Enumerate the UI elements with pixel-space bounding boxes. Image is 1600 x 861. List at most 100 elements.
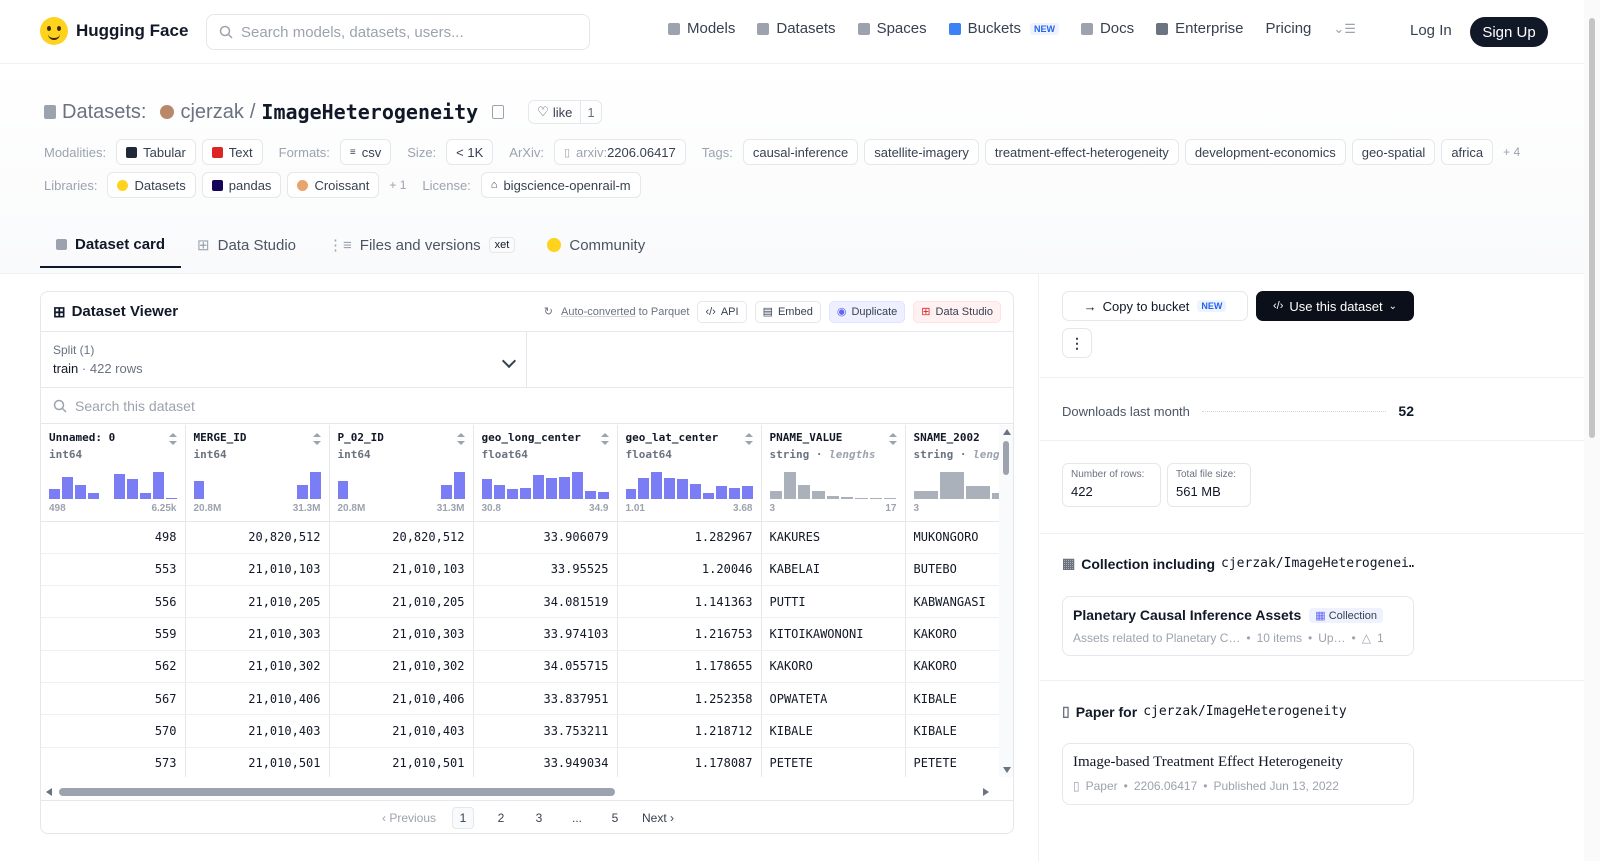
library-pandas[interactable]: pandas [201, 172, 282, 198]
histogram-bar[interactable] [309, 472, 321, 499]
page-button[interactable]: 2 [490, 807, 512, 829]
table-row[interactable]: 562 21,010,302 21,010,302 34.055715 1.178655… [41, 650, 999, 683]
table-cell[interactable]: 34.081519 [473, 585, 618, 619]
table-cell[interactable]: 21,010,406 [329, 682, 474, 716]
page-button[interactable]: 1 [452, 806, 474, 829]
table-cell[interactable]: 33.906079 [473, 521, 618, 554]
table-cell[interactable]: OPWATETA [761, 682, 906, 716]
histogram-bar[interactable] [855, 497, 868, 499]
table-cell[interactable]: 1.178087 [617, 747, 762, 777]
table-row[interactable]: 559 21,010,303 21,010,303 33.974103 1.216753… [41, 617, 999, 651]
histogram-bar[interactable] [520, 487, 532, 499]
histogram-bar[interactable] [126, 479, 138, 499]
page-scrollbar[interactable] [1584, 0, 1600, 861]
table-cell[interactable]: 21,010,406 [185, 682, 330, 716]
histogram-bar[interactable] [812, 490, 825, 499]
previous-page-button[interactable]: ‹ Previous [382, 811, 436, 825]
table-cell[interactable]: KABWANGASI [905, 585, 999, 619]
tag-chip[interactable]: satellite-imagery [864, 139, 979, 165]
modality-text[interactable]: Text [201, 139, 263, 165]
table-cell[interactable]: 1.252358 [617, 682, 762, 716]
tag-chip[interactable]: development-economics [1184, 139, 1346, 165]
table-cell[interactable]: PETETE [761, 747, 906, 777]
histogram-bar[interactable] [741, 486, 753, 499]
histogram-bar[interactable] [783, 472, 797, 499]
histogram-bar[interactable] [992, 493, 999, 499]
histogram-bar[interactable] [841, 496, 854, 499]
table-row[interactable]: 553 21,010,103 21,010,103 33.95525 1.20046 KA… [41, 553, 999, 587]
table-cell[interactable]: PETETE [905, 747, 999, 777]
histogram-bar[interactable] [869, 498, 883, 499]
histogram-bar[interactable] [715, 486, 727, 499]
tags-more[interactable]: + 4 [1503, 145, 1520, 159]
copy-icon[interactable] [492, 105, 505, 119]
histogram-bar[interactable] [798, 485, 811, 499]
histogram-bar[interactable] [571, 472, 583, 499]
table-cell[interactable]: 21,010,303 [185, 617, 330, 651]
sort-icon[interactable] [456, 433, 465, 445]
horizontal-scrollbar[interactable] [41, 784, 999, 800]
scroll-left-icon[interactable] [46, 788, 52, 796]
like-count[interactable]: 1 [580, 101, 600, 123]
table-cell[interactable]: KIBALE [905, 682, 999, 716]
table-cell[interactable]: KAKORO [761, 650, 906, 683]
dataset-search-input[interactable] [75, 397, 475, 414]
arxiv-chip[interactable]: ▯ arxiv: 2206.06417 [553, 139, 686, 165]
table-cell[interactable]: BUTEBO [905, 553, 999, 587]
table-row[interactable]: 567 21,010,406 21,010,406 33.837951 1.252358… [41, 682, 999, 716]
tag-chip[interactable]: geo-spatial [1351, 139, 1436, 165]
histogram-bar[interactable] [296, 485, 308, 499]
histogram-bar[interactable] [913, 490, 938, 499]
histogram-bar[interactable] [884, 498, 897, 499]
histogram-bar[interactable] [769, 490, 782, 499]
histogram-bar[interactable] [597, 492, 609, 499]
histogram-bar[interactable] [49, 489, 60, 499]
histogram-bar[interactable] [939, 472, 964, 499]
logo-link[interactable]: Hugging Face [40, 17, 188, 45]
nav-buckets[interactable]: Buckets NEW [948, 20, 1059, 37]
table-cell[interactable]: 33.974103 [473, 617, 618, 651]
table-cell[interactable]: 570 [41, 714, 186, 748]
libraries-more[interactable]: + 1 [389, 178, 406, 192]
column-header[interactable]: geo_long_center float64 30.8 34.9 [473, 425, 618, 522]
table-cell[interactable]: 33.949034 [473, 747, 618, 777]
histogram-bar[interactable] [664, 478, 676, 499]
library-croissant[interactable]: Croissant [287, 172, 380, 198]
tag-chip[interactable]: causal-inference [742, 139, 859, 165]
table-cell[interactable]: KIBALE [761, 714, 906, 748]
data-studio-button[interactable]: ⊞ Data Studio [913, 300, 1001, 323]
nav-datasets[interactable]: Datasets [757, 20, 836, 37]
histogram-bar[interactable] [193, 480, 205, 499]
table-cell[interactable]: 34.055715 [473, 650, 618, 683]
histogram-bar[interactable] [337, 480, 349, 499]
table-cell[interactable]: KAKORO [905, 650, 999, 683]
login-link[interactable]: Log In [1410, 22, 1452, 39]
histogram-bar[interactable] [440, 485, 452, 499]
table-cell[interactable]: 21,010,302 [185, 650, 330, 683]
column-header[interactable]: PNAME_VALUE string · lengths 3 17 [761, 425, 906, 522]
table-row[interactable]: 556 21,010,205 21,010,205 34.081519 1.141363… [41, 585, 999, 619]
nav-pricing[interactable]: Pricing [1266, 20, 1312, 37]
size-chip[interactable]: < 1K [446, 139, 494, 165]
scroll-down-icon[interactable] [1003, 767, 1011, 773]
global-search-input[interactable] [241, 23, 571, 41]
split-selector[interactable]: Split (1) train · 422 rows [41, 332, 527, 388]
table-cell[interactable]: 21,010,403 [185, 714, 330, 748]
histogram-bar[interactable] [638, 478, 650, 499]
table-cell[interactable]: 1.141363 [617, 585, 762, 619]
duplicate-button[interactable]: ◉ Duplicate [828, 300, 906, 323]
table-cell[interactable]: 573 [41, 747, 186, 777]
table-cell[interactable]: PUTTI [761, 585, 906, 619]
embed-button[interactable]: ▤ Embed [754, 300, 821, 323]
table-cell[interactable]: 21,010,501 [329, 747, 474, 777]
table-cell[interactable]: 1.20046 [617, 553, 762, 587]
histogram-bar[interactable] [558, 476, 570, 499]
table-cell[interactable]: 562 [41, 650, 186, 683]
histogram-bar[interactable] [826, 495, 840, 499]
signup-button[interactable]: Sign Up [1470, 17, 1548, 47]
table-row[interactable]: 573 21,010,501 21,010,501 33.949034 1.178087… [41, 747, 999, 777]
table-cell[interactable]: 1.216753 [617, 617, 762, 651]
page-button[interactable]: 5 [604, 807, 626, 829]
table-cell[interactable]: 567 [41, 682, 186, 716]
table-cell[interactable]: 21,010,103 [329, 553, 474, 587]
